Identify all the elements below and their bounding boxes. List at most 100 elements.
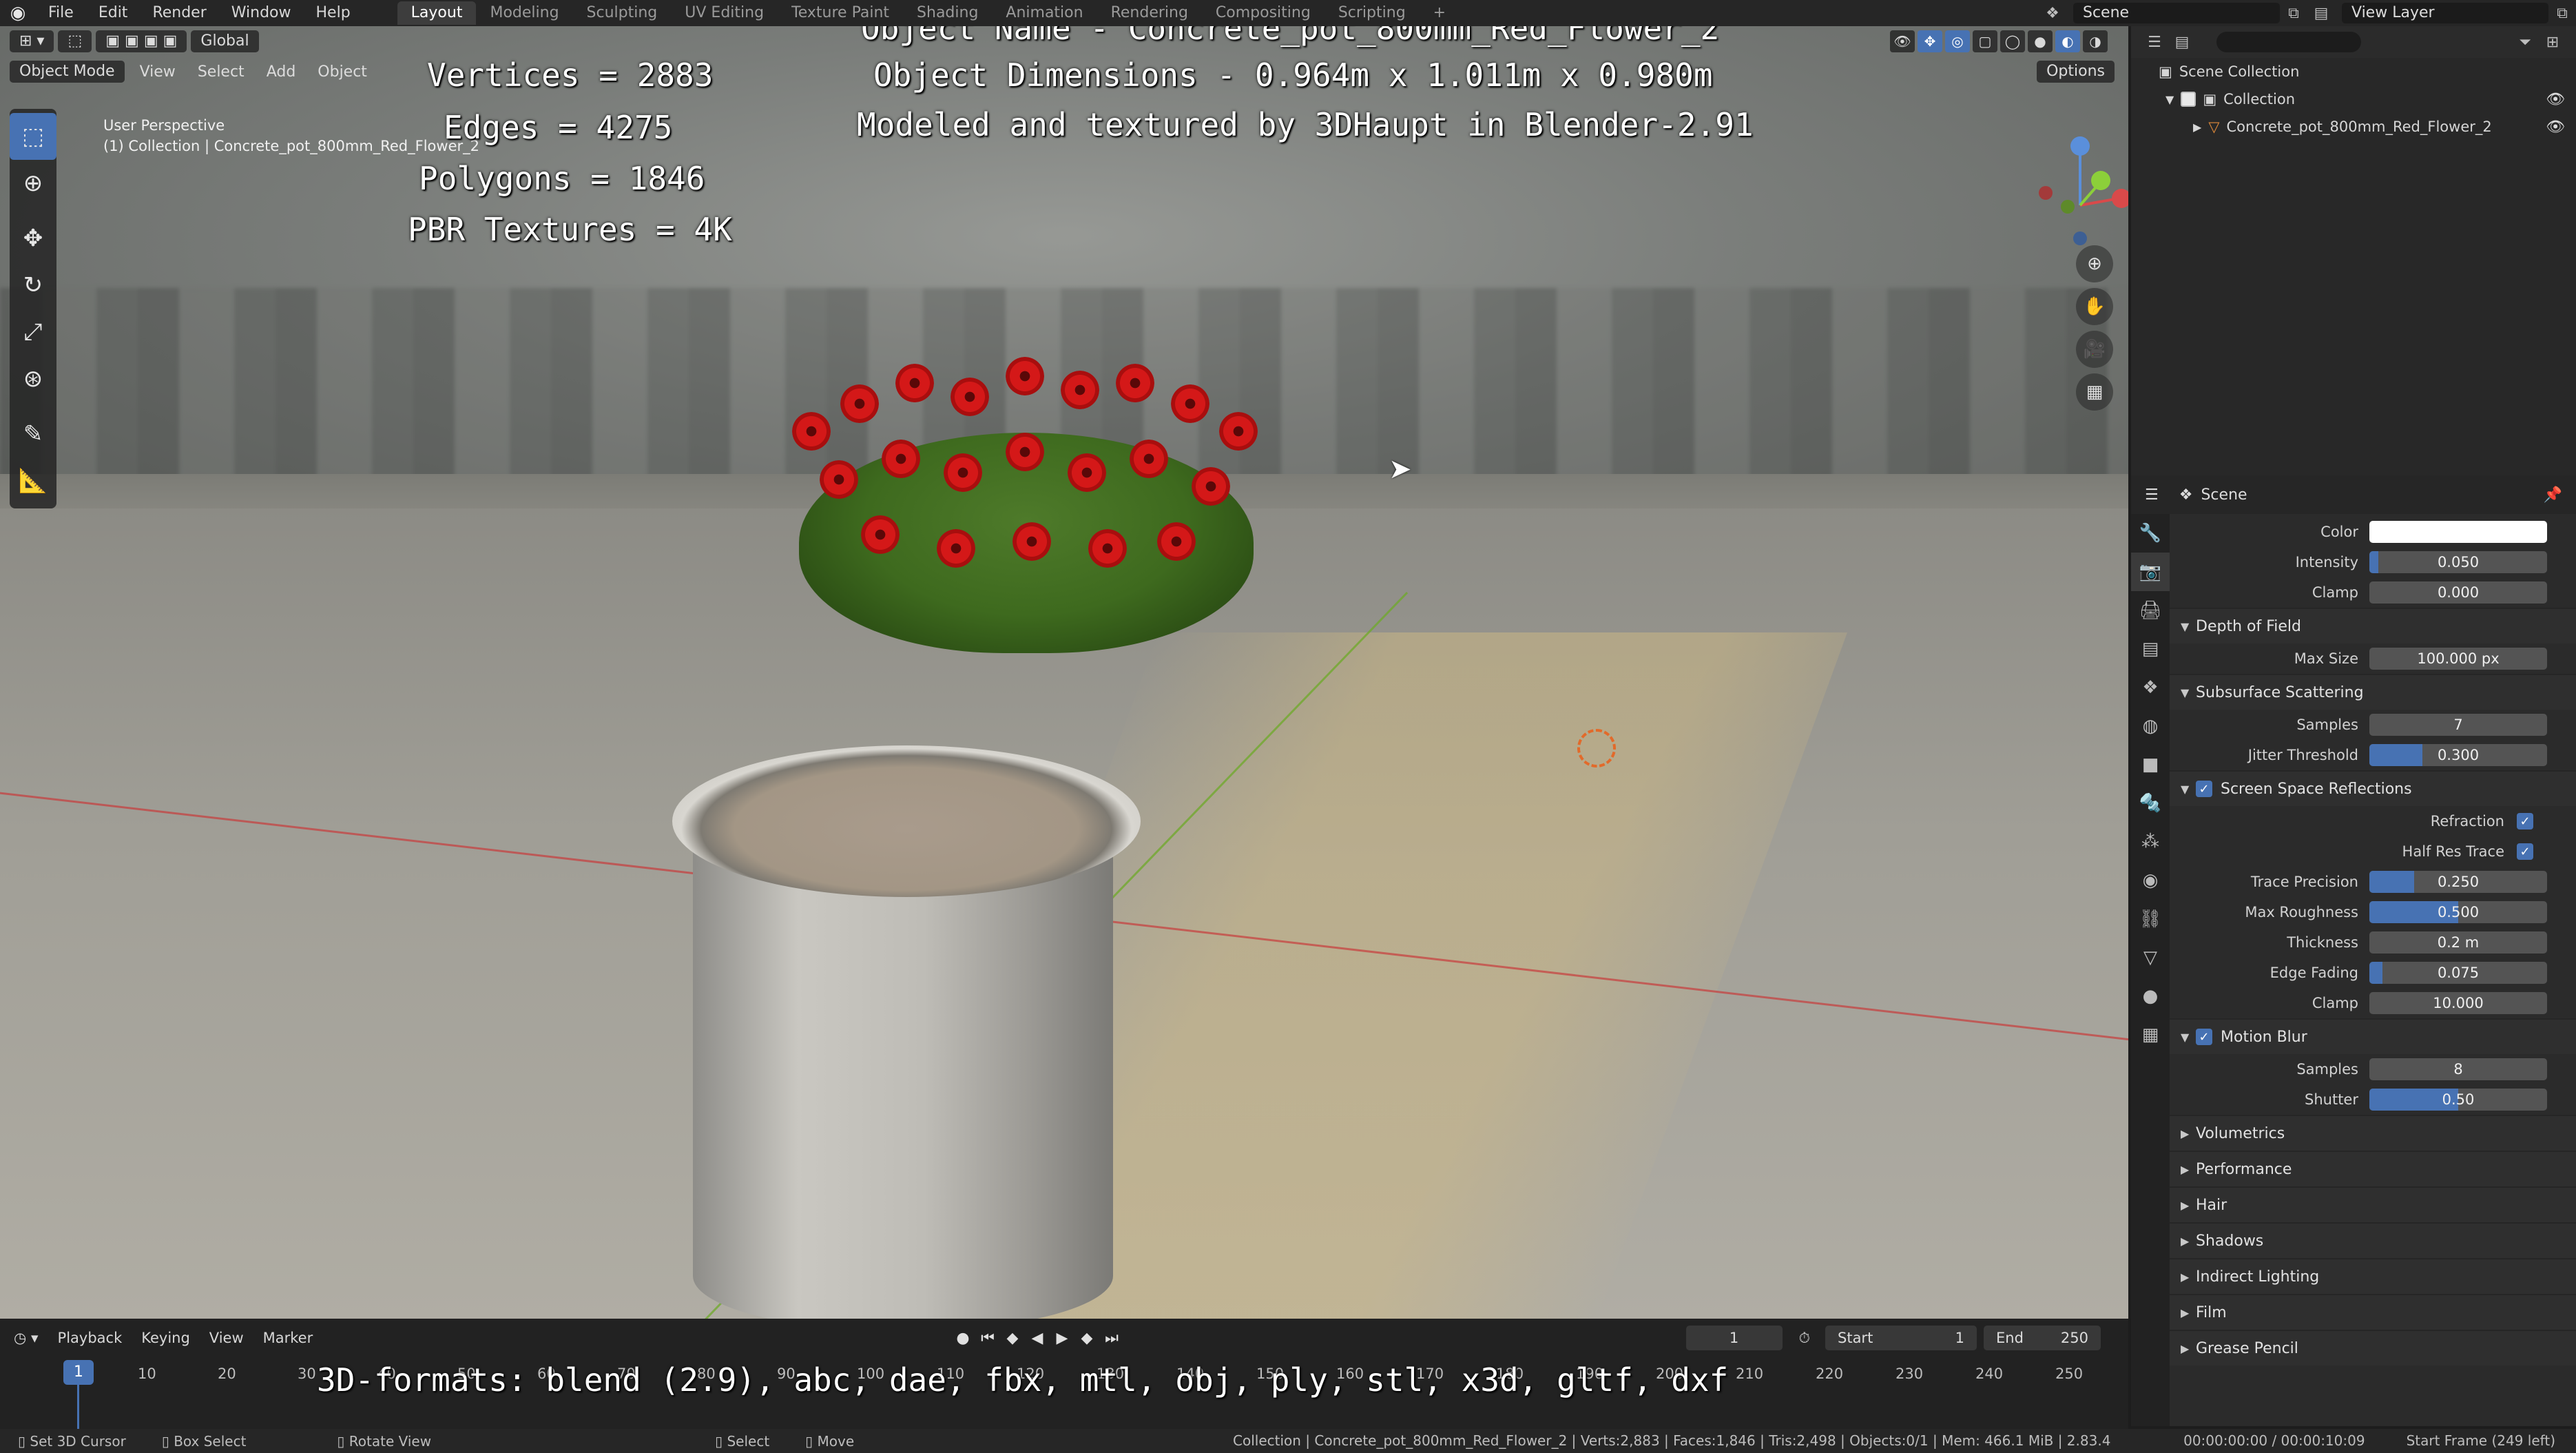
pin-icon[interactable]: 📌 — [2544, 486, 2562, 504]
tab-rendering[interactable]: Rendering — [1097, 1, 1202, 25]
viewport-menu-select[interactable]: Select — [187, 63, 256, 81]
options-dropdown[interactable]: Options — [2037, 61, 2115, 83]
transform-orientation[interactable]: Global — [191, 30, 259, 52]
jitter-threshold-slider[interactable]: 0.300 — [2369, 744, 2547, 766]
outliner-search-input[interactable] — [2216, 32, 2361, 52]
jump-start-icon[interactable]: ⏮ — [975, 1326, 1000, 1350]
material-tab-icon[interactable]: ● — [2131, 977, 2170, 1016]
half-res-trace-checkbox-row[interactable]: Half Res Trace ✓ — [2170, 836, 2576, 867]
section-grease-pencil[interactable]: ▶ Grease Pencil — [2170, 1330, 2576, 1366]
pan-hand-icon[interactable]: ✋ — [2076, 288, 2113, 325]
visibility-eye-icon[interactable]: 👁 — [2546, 91, 2565, 108]
object-mode-dropdown[interactable]: Object Mode — [10, 61, 125, 83]
filter-icon[interactable]: ⏷ — [2511, 32, 2539, 52]
display-mode-icon[interactable]: ▤ — [2168, 32, 2196, 52]
viewport-menu-add[interactable]: Add — [256, 63, 307, 81]
new-collection-icon[interactable]: ⊞ — [2539, 32, 2566, 52]
tab-animation[interactable]: Animation — [992, 1, 1097, 25]
select-mode-icon[interactable]: ⬚ — [58, 30, 92, 52]
section-performance[interactable]: ▶ Performance — [2170, 1151, 2576, 1186]
collection-checkbox[interactable] — [2181, 92, 2196, 107]
section-motion-blur[interactable]: ▼ ✓ Motion Blur — [2170, 1018, 2576, 1054]
3d-viewport[interactable]: ➤ ⊞ ▾ ⬚ ▣ ▣ ▣ ▣ Global 👁 ✥ ◎ ▢ ◯ ● ◐ ◑ O… — [0, 26, 2128, 1319]
scene-field[interactable]: Scene — [2073, 3, 2280, 23]
axis-gizmo-icon[interactable] — [2025, 130, 2128, 247]
tool-tab-icon[interactable]: 🔧 — [2131, 514, 2170, 553]
modifier-tab-icon[interactable]: 🔩 — [2131, 784, 2170, 823]
rotate-tool-icon[interactable]: ↻ — [10, 262, 56, 309]
visibility-icon[interactable]: 👁 — [1890, 30, 1915, 52]
max-roughness-slider[interactable]: 0.500 — [2369, 901, 2547, 923]
gizmo-toggle-icon[interactable]: ✥ — [1918, 30, 1942, 52]
edge-fading-slider[interactable]: 0.075 — [2369, 962, 2547, 984]
section-indirect-lighting[interactable]: ▶ Indirect Lighting — [2170, 1258, 2576, 1294]
ssr-enable-checkbox[interactable]: ✓ — [2196, 781, 2212, 797]
menu-window[interactable]: Window — [219, 0, 304, 26]
outliner-row-scene-collection[interactable]: ▣ Scene Collection — [2131, 58, 2576, 85]
thickness-field[interactable]: 0.2 m — [2369, 931, 2547, 954]
play-icon[interactable]: ▶ — [1050, 1326, 1074, 1350]
xray-toggle-icon[interactable]: ▢ — [1973, 30, 1997, 52]
copy-view-layer-icon[interactable]: ⧉ — [2548, 3, 2576, 23]
expand-arrow-icon[interactable]: ▶ — [2193, 121, 2201, 134]
preview-range-icon[interactable]: ⏱ — [1799, 1330, 1810, 1347]
motion-blur-checkbox[interactable]: ✓ — [2196, 1029, 2212, 1045]
measure-tool-icon[interactable]: 📐 — [10, 457, 56, 504]
menu-file[interactable]: File — [36, 0, 86, 26]
timeline-menu-keying[interactable]: Keying — [132, 1330, 200, 1346]
properties-editor-icon[interactable]: ☰ — [2145, 486, 2159, 504]
refraction-checkbox-row[interactable]: Refraction ✓ — [2170, 806, 2576, 836]
view-layer-tab-icon[interactable]: ▤ — [2131, 630, 2170, 668]
timeline-editor-icon[interactable]: ◷ ▾ — [14, 1330, 39, 1346]
select-box-tool-icon[interactable]: ⬚ — [10, 113, 56, 160]
tab-sculpting[interactable]: Sculpting — [573, 1, 672, 25]
playhead[interactable] — [77, 1385, 79, 1429]
jump-end-icon[interactable]: ⏭ — [1099, 1326, 1124, 1350]
half-res-trace-checkbox[interactable]: ✓ — [2517, 843, 2533, 860]
copy-scene-icon[interactable]: ⧉ — [2280, 3, 2307, 23]
section-shadows[interactable]: ▶ Shadows — [2170, 1222, 2576, 1258]
world-tab-icon[interactable]: ◍ — [2131, 707, 2170, 745]
viewport-menu-view[interactable]: View — [129, 63, 187, 81]
tab-modeling[interactable]: Modeling — [476, 1, 572, 25]
camera-view-icon[interactable]: 🎥 — [2076, 331, 2113, 368]
outliner-editor-icon[interactable]: ☰ — [2141, 32, 2168, 52]
concrete-pot-object[interactable] — [672, 745, 1141, 1319]
section-subsurface-scattering[interactable]: ▼ Subsurface Scattering — [2170, 674, 2576, 710]
timeline-menu-view[interactable]: View — [200, 1330, 253, 1346]
select-box-modes-icon[interactable]: ▣ ▣ ▣ ▣ — [96, 30, 187, 52]
prev-keyframe-icon[interactable]: ◆ — [1000, 1326, 1025, 1350]
solid-shading-icon[interactable]: ● — [2028, 30, 2053, 52]
zoom-icon[interactable]: ⊕ — [2076, 245, 2113, 282]
visibility-eye-icon[interactable]: 👁 — [2546, 118, 2565, 136]
object-tab-icon[interactable]: ■ — [2131, 745, 2170, 784]
end-frame-field[interactable]: End 250 — [1984, 1326, 2101, 1350]
scale-tool-icon[interactable]: ⤢ — [10, 309, 56, 355]
current-frame-field[interactable]: 1 — [1685, 1326, 1783, 1350]
section-depth-of-field[interactable]: ▼ Depth of Field — [2170, 608, 2576, 643]
move-tool-icon[interactable]: ✥ — [10, 215, 56, 262]
start-frame-field[interactable]: Start 1 — [1825, 1326, 1977, 1350]
blender-logo-icon[interactable]: ◉ — [0, 0, 36, 26]
particles-tab-icon[interactable]: ⁂ — [2131, 823, 2170, 861]
scene-icon[interactable]: ❖ — [2039, 3, 2066, 23]
transform-tool-icon[interactable]: ⊛ — [10, 355, 56, 402]
tab-uv-editing[interactable]: UV Editing — [671, 1, 778, 25]
view-layer-icon[interactable]: ▤ — [2307, 3, 2335, 23]
tab-compositing[interactable]: Compositing — [1202, 1, 1325, 25]
tab-shading[interactable]: Shading — [903, 1, 992, 25]
render-tab-icon[interactable]: 📷 — [2131, 553, 2170, 591]
constraints-tab-icon[interactable]: ⛓ — [2131, 900, 2170, 938]
section-volumetrics[interactable]: ▶ Volumetrics — [2170, 1115, 2576, 1151]
ortho-grid-icon[interactable]: ▦ — [2076, 373, 2113, 411]
refraction-checkbox[interactable]: ✓ — [2517, 813, 2533, 829]
menu-render[interactable]: Render — [140, 0, 218, 26]
clamp-slider[interactable]: 0.000 — [2369, 581, 2547, 604]
section-screen-space-reflections[interactable]: ▼ ✓ Screen Space Reflections — [2170, 770, 2576, 806]
tab-texture-paint[interactable]: Texture Paint — [778, 1, 903, 25]
scene-tab-icon[interactable]: ❖ — [2131, 668, 2170, 707]
section-hair[interactable]: ▶ Hair — [2170, 1186, 2576, 1222]
physics-tab-icon[interactable]: ◉ — [2131, 861, 2170, 900]
shutter-slider[interactable]: 0.50 — [2369, 1089, 2547, 1111]
output-tab-icon[interactable]: 🖨 — [2131, 591, 2170, 630]
